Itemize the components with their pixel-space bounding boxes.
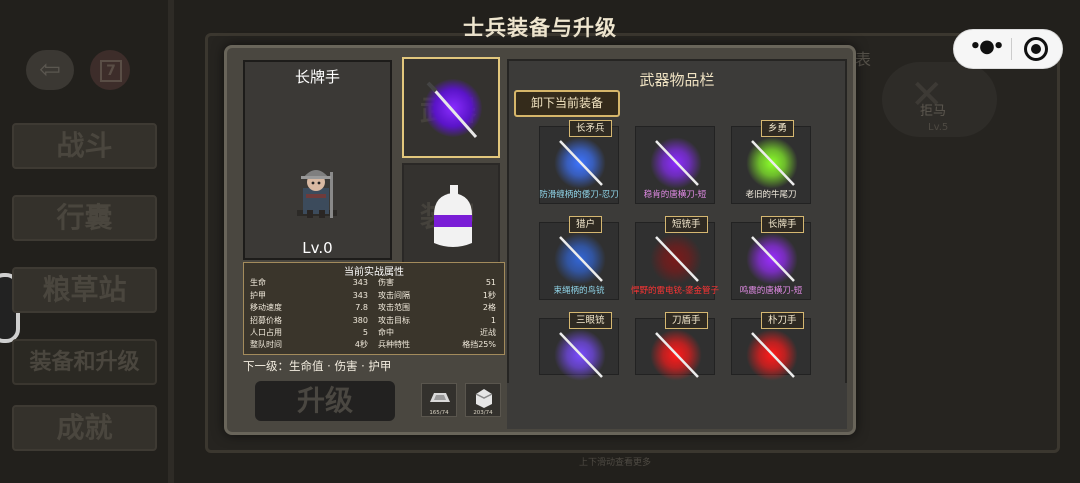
stat-value: 1秒: [482, 291, 496, 300]
stat-label: 招募价格: [250, 316, 282, 325]
combat-stats-title: 当前实战属性: [344, 267, 404, 278]
background-panel-label: 表: [855, 50, 872, 69]
helmet-icon: [434, 185, 472, 247]
stat-value: 4秒: [354, 340, 368, 349]
weapon-slot[interactable]: 武器: [402, 57, 500, 158]
stat-label: 移动速度: [250, 303, 282, 312]
background-item-level: Lv.5: [928, 122, 949, 133]
item-name: 稳肯的唐横刀-短: [643, 190, 707, 200]
weapon-icon: [559, 332, 603, 378]
unequip-button[interactable]: 卸下当前装备: [514, 90, 620, 117]
soldier-portrait: [243, 60, 392, 260]
capsule-divider: [1011, 38, 1012, 60]
resource-count: 203/74: [473, 410, 493, 416]
item-name: 鸣震的唐横刀-短: [739, 286, 803, 296]
item-class-tag: 长牌手: [761, 216, 804, 233]
stat-value: 2格: [482, 303, 496, 312]
inventory-title: 武器物品栏: [639, 71, 715, 89]
sidebar-item-equipment-upgrade[interactable]: 装备和升级: [12, 339, 157, 385]
sidebar-item-achievements[interactable]: 成就: [12, 405, 157, 451]
more-options-icon[interactable]: •●•: [966, 36, 1006, 57]
stat-label: 攻击目标: [378, 316, 410, 325]
stat-value: 51: [485, 278, 496, 287]
stat-label: 攻击间隔: [378, 291, 410, 300]
sword-icon: [426, 81, 478, 138]
resource-count: 165/74: [429, 410, 449, 416]
stat-value: 380: [352, 316, 368, 325]
item-class-tag: 短铳手: [665, 216, 708, 233]
item-class-tag: 长矛兵: [569, 120, 612, 137]
stat-label: 攻击范围: [378, 303, 410, 312]
item-class-tag: 刀盾手: [665, 312, 708, 329]
armor-slot[interactable]: 装甲: [402, 163, 500, 264]
page-title: 士兵装备与升级: [463, 16, 617, 40]
stat-value: 343: [352, 291, 368, 300]
stat-value: 近战: [480, 328, 496, 337]
weapon-icon: [655, 332, 699, 378]
stat-value: 343: [352, 278, 368, 287]
stat-label: 护甲: [250, 291, 266, 300]
back-arrow-icon: ⇦: [39, 55, 61, 85]
cloth-bundle-icon: [475, 389, 493, 408]
sidebar-item-bag[interactable]: 行囊: [12, 195, 157, 241]
soldier-name: 长牌手: [294, 68, 340, 86]
stat-label: 人口占用: [250, 328, 282, 337]
item-name: 束绳柄的鸟铳: [553, 286, 605, 296]
back-button[interactable]: ⇦: [26, 50, 74, 90]
item-name: 悍野的雷电铳-鎏金管子: [630, 286, 720, 296]
sidebar-divider: [168, 0, 174, 483]
stat-value: 1: [490, 316, 496, 325]
calendar-icon: 7: [100, 60, 122, 82]
soldier-level: Lv.0: [302, 239, 333, 257]
scroll-hint: 上下滑动查看更多: [578, 458, 651, 468]
stat-label: 伤害: [378, 278, 394, 287]
item-name: 防滑缠柄的倭刀-忍刀: [539, 190, 619, 200]
item-name: 老旧的牛尾刀: [745, 190, 797, 200]
stat-value: 格挡25%: [462, 340, 496, 349]
silver-ingot-icon: [430, 393, 450, 402]
stat-label: 命中: [378, 328, 394, 337]
stat-label: 整队时间: [250, 340, 282, 349]
sidebar-item-battle[interactable]: 战斗: [12, 123, 157, 169]
next-level-bonus: 下一级：生命值 · 伤害 · 护甲: [243, 359, 392, 373]
close-miniprogram-dot: [1031, 44, 1041, 54]
soldier-figure-icon: [297, 170, 337, 218]
item-class-tag: 朴刀手: [761, 312, 804, 329]
item-class-tag: 猎户: [569, 216, 603, 233]
sidebar-item-supply-station[interactable]: 粮草站: [12, 267, 157, 313]
stat-label: 兵种特性: [378, 340, 410, 349]
item-class-tag: 三眼铳: [569, 312, 612, 329]
item-class-tag: 乡勇: [761, 120, 795, 137]
stat-label: 生命: [250, 278, 266, 287]
background-item-label: 拒马: [920, 104, 947, 119]
weapon-icon: [751, 332, 795, 378]
stat-value: 7.8: [355, 303, 368, 312]
stat-value: 5: [362, 328, 368, 337]
upgrade-button[interactable]: 升级: [255, 381, 395, 421]
